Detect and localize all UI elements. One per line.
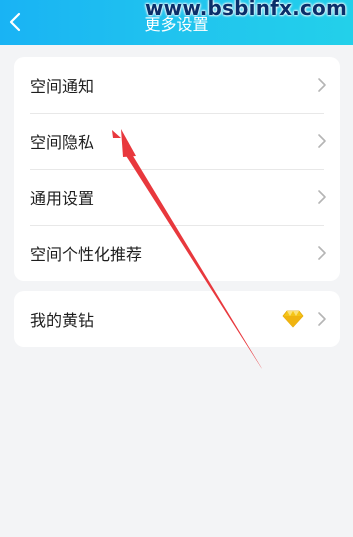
chevron-right-icon — [318, 312, 326, 326]
settings-item-label: 空间通知 — [30, 77, 95, 96]
settings-item-label: 我的黄钻 — [30, 311, 95, 330]
settings-item-label: 空间隐私 — [30, 133, 95, 152]
settings-item-label: 空间个性化推荐 — [30, 245, 143, 264]
settings-item-space-privacy[interactable]: 空间隐私 — [14, 113, 340, 169]
chevron-right-icon — [318, 78, 326, 92]
chevron-right-icon — [318, 134, 326, 148]
yellow-diamond-icon — [282, 310, 304, 328]
vip-group: 我的黄钻 — [14, 291, 340, 347]
settings-item-my-yellow-diamond[interactable]: 我的黄钻 — [14, 291, 340, 347]
settings-item-personalized-recommendation[interactable]: 空间个性化推荐 — [14, 225, 340, 281]
settings-item-general-settings[interactable]: 通用设置 — [14, 169, 340, 225]
chevron-right-icon — [318, 190, 326, 204]
settings-group: 空间通知 空间隐私 通用设置 空间个性化推荐 — [14, 57, 340, 281]
settings-item-space-notification[interactable]: 空间通知 — [14, 57, 340, 113]
settings-item-label: 通用设置 — [30, 189, 95, 208]
watermark: www.bsbinfx.com — [144, 0, 347, 20]
chevron-right-icon — [318, 246, 326, 260]
